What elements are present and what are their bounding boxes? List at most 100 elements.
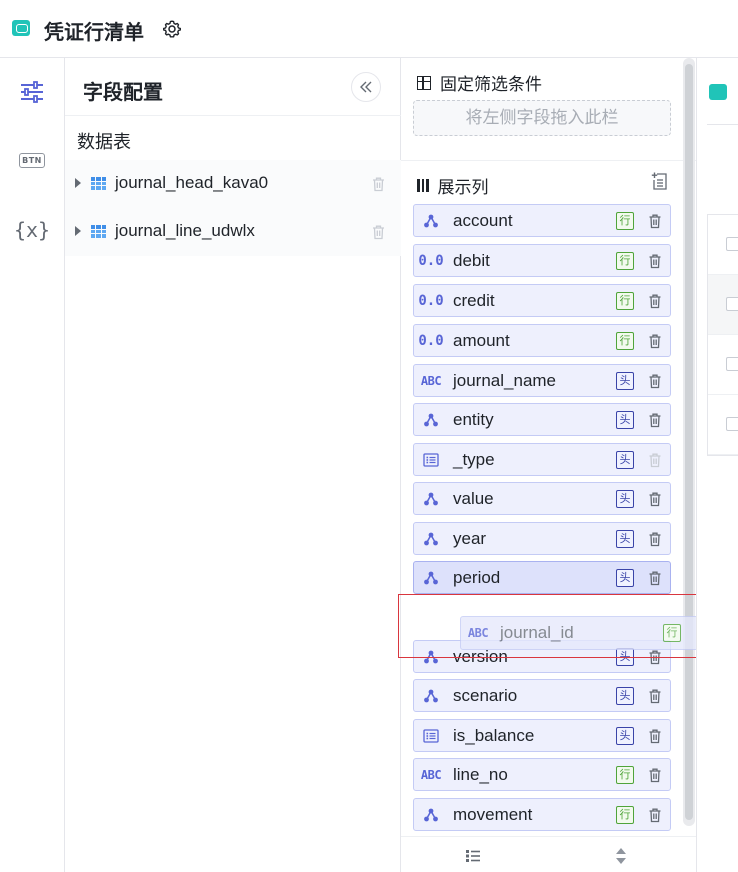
text-type-icon: ABC <box>420 768 442 782</box>
list-view-icon[interactable] <box>465 849 481 863</box>
line-tag-badge[interactable]: 行 <box>616 212 634 230</box>
table-icon <box>91 177 106 190</box>
line-tag-badge[interactable]: 行 <box>616 766 634 784</box>
btn-icon: BTN <box>19 152 45 168</box>
sort-icon[interactable] <box>613 846 629 866</box>
number-type-icon: 0.0 <box>418 253 444 269</box>
line-tag-badge[interactable]: 行 <box>663 624 681 642</box>
head-tag-badge[interactable]: 头 <box>616 687 634 705</box>
field-name: period <box>453 568 501 587</box>
dimension-icon <box>420 686 442 706</box>
trash-icon[interactable] <box>648 728 662 744</box>
section-divider <box>401 160 696 161</box>
head-tag-badge[interactable]: 头 <box>616 530 634 548</box>
trash-icon[interactable] <box>648 570 662 586</box>
add-column-icon[interactable] <box>651 171 669 191</box>
expand-caret-icon[interactable] <box>75 178 81 188</box>
head-tag-badge[interactable]: 头 <box>616 727 634 745</box>
trash-icon[interactable] <box>371 176 386 192</box>
gear-icon[interactable] <box>162 19 182 39</box>
line-tag-badge[interactable]: 行 <box>616 292 634 310</box>
number-type-icon: 0.0 <box>418 333 444 349</box>
field-row[interactable]: is_balance 头 <box>413 719 671 752</box>
line-tag-badge[interactable]: 行 <box>616 332 634 350</box>
preview-panel <box>696 58 738 872</box>
column-config-panel: 固定筛选条件 将左侧字段拖入此栏 展示列 account 行 0.0 debit 行 0.… <box>401 58 696 872</box>
fixed-filter-title: 固定筛选条件 <box>440 75 542 94</box>
field-row[interactable]: movement 行 <box>413 798 671 831</box>
columns-icon <box>417 179 429 192</box>
trash-icon[interactable] <box>648 253 662 269</box>
field-name: scenario <box>453 686 518 705</box>
trash-icon[interactable] <box>648 807 662 823</box>
field-row[interactable]: ABC line_no 行 <box>413 758 671 791</box>
trash-icon[interactable] <box>648 531 662 547</box>
field-row[interactable]: 0.0 debit 行 <box>413 244 671 277</box>
app-logo-icon <box>709 84 727 100</box>
trash-icon[interactable] <box>648 491 662 507</box>
field-name: journal_id <box>500 623 574 642</box>
row-checkbox[interactable] <box>726 357 738 371</box>
row-checkbox[interactable] <box>726 297 738 311</box>
trash-icon[interactable] <box>648 452 662 468</box>
field-row[interactable]: ABC journal_name 头 <box>413 364 671 397</box>
fixed-filter-dropzone[interactable]: 将左侧字段拖入此栏 <box>413 100 671 136</box>
head-tag-badge[interactable]: 头 <box>616 451 634 469</box>
field-name: entity <box>453 410 494 429</box>
text-type-icon: ABC <box>467 626 489 640</box>
field-row[interactable]: scenario 头 <box>413 679 671 712</box>
top-bar: 凭证行清单 <box>0 0 738 58</box>
dimension-icon <box>420 805 442 825</box>
table-name: journal_head_kava0 <box>115 173 269 192</box>
field-name: journal_name <box>453 371 557 390</box>
preview-row <box>708 335 738 395</box>
field-row[interactable]: 0.0 amount 行 <box>413 324 671 357</box>
field-name: value <box>453 489 494 508</box>
expand-caret-icon[interactable] <box>75 226 81 236</box>
field-row[interactable]: year 头 <box>413 522 671 555</box>
row-checkbox[interactable] <box>726 417 738 431</box>
trash-icon[interactable] <box>648 412 662 428</box>
scrollbar-thumb[interactable] <box>685 64 693 820</box>
field-name: debit <box>453 251 490 270</box>
row-checkbox[interactable] <box>726 237 738 251</box>
rail-item-buttons[interactable]: BTN <box>16 144 48 176</box>
trash-icon[interactable] <box>648 213 662 229</box>
trash-icon[interactable] <box>648 293 662 309</box>
field-name: line_no <box>453 765 508 784</box>
field-row[interactable]: value 头 <box>413 482 671 515</box>
dimension-icon <box>420 568 442 588</box>
rail-item-variables[interactable]: {x} <box>13 214 51 246</box>
double-chevron-left-icon <box>360 81 372 93</box>
display-columns-header: 展示列 <box>417 173 489 198</box>
scrollbar[interactable] <box>683 58 695 826</box>
dimension-icon <box>420 211 442 231</box>
preview-row <box>708 215 738 275</box>
tables-section-label: 数据表 <box>77 132 131 152</box>
trash-icon[interactable] <box>371 224 386 240</box>
list-icon <box>420 726 442 746</box>
dragging-field-ghost[interactable]: ABC journal_id 行 <box>460 616 718 650</box>
head-tag-badge[interactable]: 头 <box>616 372 634 390</box>
field-row[interactable]: period 头 <box>413 561 671 594</box>
line-tag-badge[interactable]: 行 <box>616 252 634 270</box>
line-tag-badge[interactable]: 行 <box>616 806 634 824</box>
field-row[interactable]: _type 头 <box>413 443 671 476</box>
fixed-filter-header: 固定筛选条件 <box>417 70 542 95</box>
variable-icon: {x} <box>13 218 51 242</box>
trash-icon[interactable] <box>648 688 662 704</box>
field-row[interactable]: 0.0 credit 行 <box>413 284 671 317</box>
table-name: journal_line_udwlx <box>115 221 255 240</box>
head-tag-badge[interactable]: 头 <box>616 490 634 508</box>
trash-icon[interactable] <box>648 333 662 349</box>
collapse-panel-button[interactable] <box>351 72 381 102</box>
field-row[interactable]: account 行 <box>413 204 671 237</box>
trash-icon[interactable] <box>648 767 662 783</box>
field-row[interactable]: entity 头 <box>413 403 671 436</box>
table-tree-item[interactable]: journal_head_kava0 <box>65 160 401 208</box>
table-tree-item[interactable]: journal_line_udwlx <box>65 208 401 256</box>
rail-item-field-config[interactable] <box>16 76 48 108</box>
head-tag-badge[interactable]: 头 <box>616 569 634 587</box>
head-tag-badge[interactable]: 头 <box>616 411 634 429</box>
trash-icon[interactable] <box>648 373 662 389</box>
